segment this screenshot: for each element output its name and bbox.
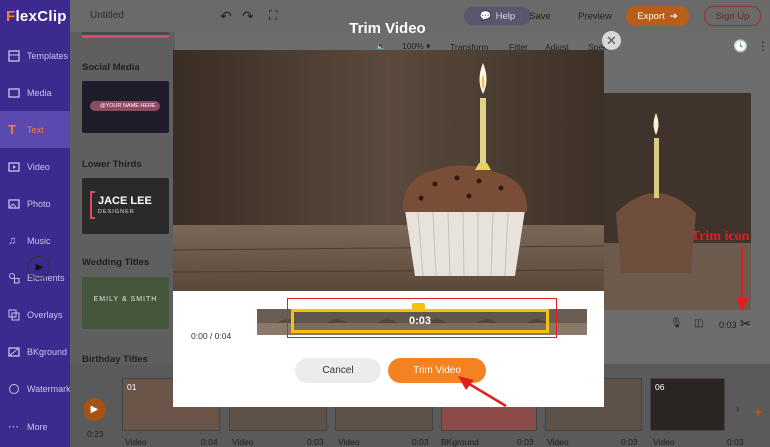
help-button[interactable]: 💬 Help [464,7,531,25]
annotation-arrow-up [458,376,507,408]
cancel-button[interactable]: Cancel [295,358,381,383]
canvas-preview[interactable] [601,93,751,310]
wedding-text: EMILY & SMITH [93,296,158,303]
clip-label: Video [125,437,147,447]
add-icon[interactable]: + [754,404,763,421]
video-preview [173,50,604,291]
section-title: Lower Thirds [82,159,142,170]
timeline-play-button[interactable]: ▶ [83,398,106,421]
section-title: Social Media [82,62,140,73]
undo-icon[interactable]: ↶ [220,8,232,25]
media-icon [8,87,20,99]
arrow-right-icon: ➔ [669,10,678,22]
clip-duration: 0:03 [307,437,324,447]
clip-label: Video [338,437,360,447]
sidebar-item-watermark[interactable]: Watermark [0,370,71,407]
close-button[interactable]: ✕ [602,31,621,50]
modal-time-label: 0:00 / 0:04 [191,331,232,341]
music-icon: ♫ [8,234,17,247]
redo-icon[interactable]: ↷ [242,8,254,25]
modal-title: Trim Video [349,20,426,37]
sidebar-item-music[interactable]: ♫ Music [0,222,70,259]
templates-icon [8,49,20,62]
clock-icon[interactable]: 🕓 [733,39,748,53]
clip-duration: 0:03 [727,437,744,447]
lower-name: JACE LEE [98,195,152,207]
sidebar-item-video[interactable]: Video [0,148,70,185]
clip-duration: 0:03 [621,437,638,447]
mic-icon[interactable]: 🎙 [670,318,683,329]
more-icon: ⋯ [8,420,19,433]
fullscreen-icon[interactable]: ⛶ [269,8,277,23]
sidebar-item-bkground[interactable]: BKground [0,333,70,370]
app-logo[interactable]: FlexClip [6,8,67,25]
social-media-thumb[interactable]: @YOUR NAME HERE [82,81,169,133]
section-title: Wedding Titles [82,257,150,268]
clip-label: Video [232,437,254,447]
clip-label: BKground [441,437,479,447]
lower-sub: DESIGNER [98,209,135,215]
highlight-box [287,298,557,338]
preview-duration: 0:03 [719,320,737,330]
sidebar-item-overlays[interactable]: Overlays [0,296,70,333]
project-title[interactable]: Untitled [90,10,124,21]
signup-button[interactable]: Sign Up [704,6,761,26]
app-root: FlexClip Templates Media T Text Video Pho… [0,0,770,447]
modal-play-button[interactable]: ▶ [27,256,50,279]
sidebar-item-more[interactable]: ⋯ More [0,408,70,445]
text-icon: T [8,121,16,137]
clip-label: Video [653,437,675,447]
clip-duration: 0:03 [517,437,534,447]
wedding-titles-thumb[interactable]: EMILY & SMITH [82,277,169,329]
more-icon[interactable]: ⋮ [757,39,769,53]
background-icon [8,346,20,358]
trim-video-modal [173,50,604,407]
trim-icon[interactable]: ✂ [740,316,751,332]
save-button[interactable]: Save [525,7,555,25]
play-icon: ▶ [90,404,99,415]
annotation-arrow-down [736,246,748,312]
overlays-icon [8,309,20,321]
split-icon[interactable]: ◫ [694,318,703,329]
trim-icon-annotation: Trim icon [691,229,750,244]
timeline-time: 0:23 [87,429,104,439]
clip-duration: 0:03 [412,437,429,447]
video-icon [8,161,20,173]
watermark-icon [8,383,20,395]
export-button[interactable]: Export ➔ [626,6,689,26]
clip-label: Video [547,437,569,447]
clip-duration: 0:04 [201,437,218,447]
chat-icon: 💬 [479,10,492,22]
lower-thirds-thumb[interactable]: JACE LEE DESIGNER [82,178,169,234]
sidebar-item-text[interactable]: T Text [0,111,70,148]
social-thumb-label: @YOUR NAME HERE [90,101,160,111]
preview-button[interactable]: Preview [572,7,618,25]
close-icon: ✕ [606,32,617,48]
timeline-clip[interactable]: 06 [650,378,725,431]
sidebar-item-photo[interactable]: Photo [0,185,70,222]
sidebar: FlexClip Templates Media T Text Video Pho… [0,0,71,447]
elements-icon [8,272,20,284]
chevron-right-icon[interactable]: › [736,404,739,415]
play-icon: ▶ [35,262,44,273]
sidebar-item-media[interactable]: Media [0,74,70,111]
sidebar-item-templates[interactable]: Templates [0,37,70,74]
photo-icon [8,198,20,210]
